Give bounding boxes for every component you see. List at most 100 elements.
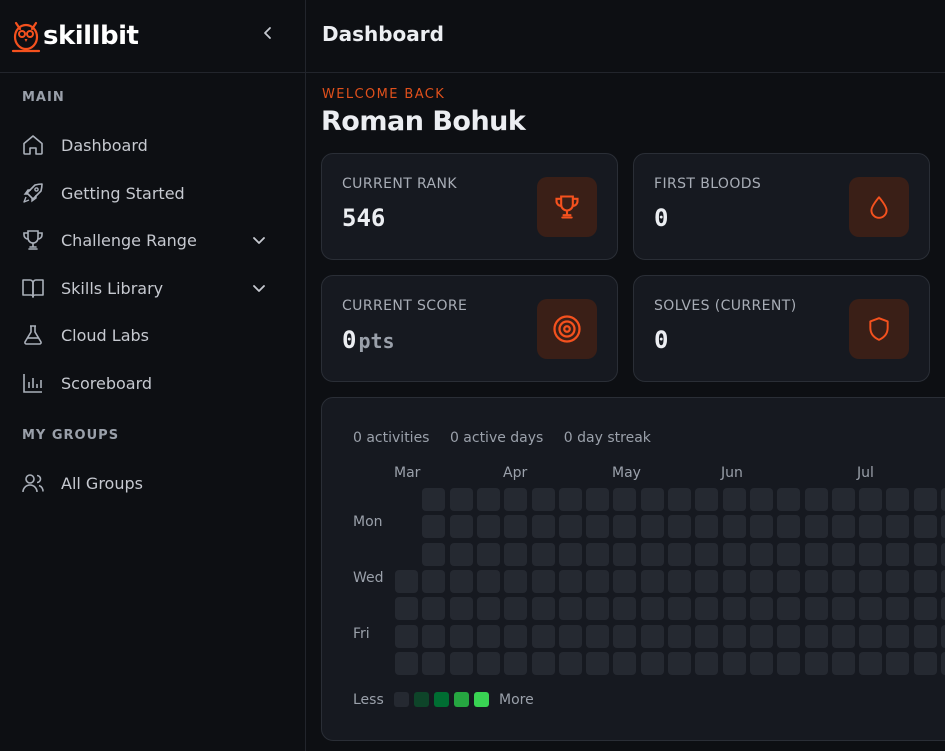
heatmap-day-cell <box>476 597 500 621</box>
heatmap-day-cell <box>941 569 945 593</box>
heatmap-day-cell <box>586 488 610 511</box>
chevron-down-icon[interactable] <box>250 231 268 249</box>
heatmap-day-cell <box>586 542 610 566</box>
sidebar-item-label: All Groups <box>61 473 143 493</box>
legend-more: More <box>499 692 534 708</box>
heatmap-day-cell <box>695 651 719 675</box>
sidebar: skillbit MAIN Dashboard Getting Started … <box>0 0 306 751</box>
legend-swatch <box>434 692 449 707</box>
heatmap-day-cell <box>558 488 582 511</box>
brand[interactable]: skillbit <box>0 0 305 73</box>
heatmap-day-cell <box>449 488 473 511</box>
heatmap-day-cell <box>449 569 473 593</box>
collapse-sidebar-button[interactable] <box>258 22 278 44</box>
activities-count: 0 activities <box>353 430 430 446</box>
sidebar-item-skills-library[interactable]: Skills Library <box>0 268 290 308</box>
users-icon <box>22 474 44 493</box>
heatmap-day-cell <box>449 597 473 621</box>
heatmap-day-cell <box>476 488 500 511</box>
flask-icon <box>24 325 42 345</box>
heatmap-day-cell <box>831 597 855 621</box>
shield-icon <box>869 317 889 341</box>
heatmap-day-cell <box>531 569 555 593</box>
heatmap-day-cell <box>749 542 773 566</box>
heatmap-day-cell <box>640 651 664 675</box>
stat-card-current-score: CURRENT SCORE 0 pts <box>321 275 618 382</box>
day-label: Wed <box>353 570 384 586</box>
heatmap-day-cell <box>422 488 446 511</box>
heatmap-day-cell <box>640 542 664 566</box>
stat-unit: pts <box>358 329 395 353</box>
heatmap-day-cell <box>859 624 883 648</box>
sidebar-item-dashboard[interactable]: Dashboard <box>0 125 290 165</box>
heatmap-day-cell <box>504 597 528 621</box>
stat-card-first-bloods: FIRST BLOODS 0 <box>633 153 930 260</box>
chevron-down-icon[interactable] <box>250 279 268 297</box>
sidebar-item-challenge-range[interactable]: Challenge Range <box>0 220 290 260</box>
heatmap-day-cell <box>886 515 910 539</box>
heatmap-day-cell <box>804 651 828 675</box>
stat-value-row: 0 pts <box>342 326 395 354</box>
heatmap-day-cell <box>886 624 910 648</box>
heatmap-day-cell <box>831 651 855 675</box>
heatmap-day-cell <box>668 542 691 566</box>
sidebar-item-cloud-labs[interactable]: Cloud Labs <box>0 315 290 355</box>
heatmap-day-cell <box>476 569 500 593</box>
target-icon <box>553 315 581 343</box>
legend-swatch <box>394 692 409 707</box>
heatmap-day-cell <box>941 515 945 539</box>
heatmap-day-cell <box>613 515 637 539</box>
heatmap-day-cell <box>831 569 855 593</box>
heatmap-day-cell <box>558 624 582 648</box>
heatmap-day-cell <box>804 624 828 648</box>
heatmap-day-cell <box>531 651 555 675</box>
stat-icon-badge <box>849 299 909 359</box>
heatmap-day-cell <box>449 624 473 648</box>
sidebar-item-all-groups[interactable]: All Groups <box>0 463 290 503</box>
heatmap-day-cell <box>395 651 418 675</box>
heatmap-day-cell <box>722 569 746 593</box>
heatmap-day-cell <box>586 597 610 621</box>
stat-label: FIRST BLOODS <box>654 176 762 192</box>
legend-swatch <box>454 692 469 707</box>
heatmap-day-cell <box>531 624 555 648</box>
heatmap-day-cell <box>831 488 855 511</box>
month-label: May <box>612 465 641 481</box>
month-label: Apr <box>503 465 528 481</box>
stat-value: 0 <box>654 326 669 354</box>
heatmap-day-cell <box>749 651 773 675</box>
stat-icon-badge <box>849 177 909 237</box>
heatmap-day-cell <box>586 515 610 539</box>
sidebar-item-scoreboard[interactable]: Scoreboard <box>0 363 290 403</box>
heatmap-day-cell <box>777 651 801 675</box>
heatmap-day-cell <box>449 515 473 539</box>
heatmap-day-cell <box>504 569 528 593</box>
heatmap-day-cell <box>913 542 937 566</box>
heatmap-day-cell <box>668 515 691 539</box>
heatmap-day-cell <box>777 597 801 621</box>
month-label: Mar <box>394 465 421 481</box>
heatmap-day-cell <box>504 542 528 566</box>
heatmap-day-cell <box>722 597 746 621</box>
day-label: Fri <box>353 626 370 642</box>
heatmap-day-cell <box>504 651 528 675</box>
heatmap-day-cell <box>749 624 773 648</box>
heatmap-day-cell <box>695 515 719 539</box>
heatmap-day-cell <box>777 542 801 566</box>
drop-icon <box>870 196 888 219</box>
heatmap-day-cell <box>941 624 945 648</box>
top-bar: Dashboard <box>306 0 945 73</box>
heatmap-day-cell <box>449 651 473 675</box>
legend-swatch <box>474 692 489 707</box>
sidebar-item-getting-started[interactable]: Getting Started <box>0 173 290 213</box>
heatmap-day-cell <box>695 488 719 511</box>
heatmap-day-cell <box>558 597 582 621</box>
day-streak-count: 0 day streak <box>563 430 651 446</box>
heatmap-day-cell <box>531 488 555 511</box>
heatmap-day-cell <box>804 597 828 621</box>
owl-logo-icon <box>11 21 41 53</box>
heatmap-day-cell <box>476 651 500 675</box>
heatmap-day-cell <box>886 569 910 593</box>
welcome-kicker: WELCOME BACK <box>322 87 446 102</box>
heatmap-day-cell <box>913 488 937 511</box>
